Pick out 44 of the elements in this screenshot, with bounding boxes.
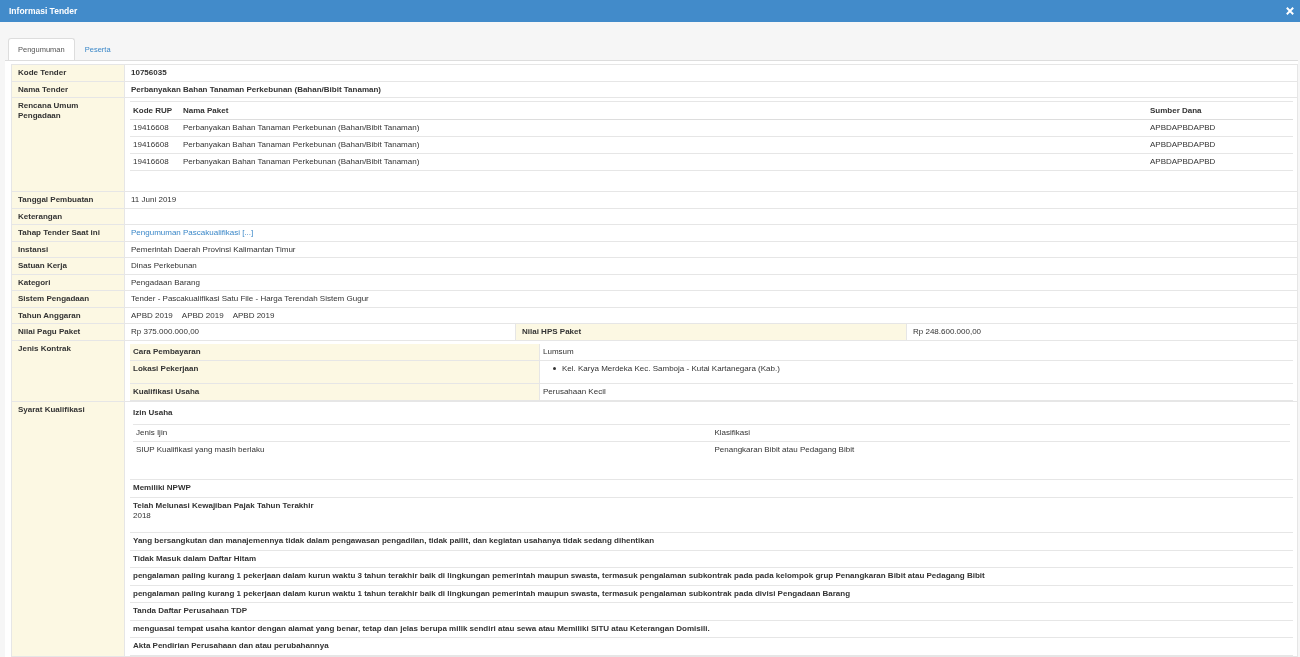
bullet-icon: [553, 367, 556, 370]
requirement-title: Akta Pendirian Perusahaan dan atau perubahannya: [133, 641, 330, 652]
window-title: Informasi Tender: [9, 6, 78, 16]
requirement-title: Memiliki NPWP: [133, 483, 192, 494]
requirement-title: pengalaman paling kurang 1 pekerjaan dalam kurun waktu 1 tahun terakhir baik di lingkungan pemerintah maupun swasta, termasuk pengalaman subkontrak pada divisi Pengadaan Barang: [133, 588, 852, 599]
budget-year: APBD 2019: [181, 310, 224, 320]
table-cell: APBDAPBDAPBD: [1147, 153, 1293, 171]
requirement-title: pengalaman paling kurang 1 pekerjaan dalam kurun waktu 3 tahun terakhir baik di lingkungan pemerintah maupun swasta, termasuk pengalaman subkontrak pada pada kelompok grup Penangkaran Bibit atau Pedagang Bibit: [133, 571, 986, 582]
table-cell: APBDAPBDAPBD: [1147, 136, 1293, 154]
requirement-value: 2018: [133, 511, 152, 521]
table-cell: Perbanyakan Bahan Tanaman Perkebunan (Bahan/Bibit Tanaman): [180, 119, 1147, 137]
table-cell: 19416608: [130, 119, 180, 137]
requirement-title: Tidak Masuk dalam Daftar Hitam: [133, 553, 257, 564]
table-cell: 19416608: [130, 136, 180, 154]
table-cell: Perbanyakan Bahan Tanaman Perkebunan (Bahan/Bibit Tanaman): [180, 153, 1147, 171]
column-header: Nama Paket: [180, 101, 1147, 120]
requirement-title: Izin Usaha: [133, 407, 174, 418]
field-label: Cara Pembayaran: [130, 343, 540, 360]
stage-link[interactable]: Pengumuman Pascakualifikasi [...]: [131, 228, 254, 237]
table-cell: APBDAPBDAPBD: [1147, 119, 1293, 137]
field-label: Kode Tender: [11, 64, 125, 81]
column-header: Sumber Dana: [1147, 101, 1293, 120]
table-cell: SIUP Kualifikasi yang masih berlaku: [133, 441, 712, 458]
requirement-title: Tanda Daftar Perusahaan TDP: [133, 606, 249, 617]
field-label: Jenis Kontrak: [11, 340, 125, 401]
field-value: 10756035: [124, 64, 1298, 81]
requirement-title: Yang bersangkutan dan manajemennya tidak dalam pengawasan pengadilan, tidak pailit, dan kegiatan usahanya tidak sedang dihentikan: [133, 536, 656, 547]
column-header: Jenis Ijin: [133, 424, 712, 442]
field-label: Syarat Kualifikasi: [11, 401, 125, 656]
field-value: Perusahaan Kecil: [539, 383, 1293, 400]
budget-year: APBD 2019: [232, 310, 275, 320]
field-label: Lokasi Pekerjaan: [130, 360, 540, 383]
table-cell: 19416608: [130, 153, 180, 171]
table-cell: Penangkaran Bibit atau Pedagang Bibit: [711, 441, 1290, 458]
location-item: Kel. Karya Merdeka Kec. Samboja - Kutai Kartanegara (Kab.): [562, 363, 780, 374]
budget-year: APBD 2019: [131, 310, 173, 320]
close-icon[interactable]: [1286, 7, 1294, 15]
field-label: Rencana Umum Pengadaan: [11, 97, 125, 192]
requirement-title: menguasai tempat usaha kantor dengan alamat yang benar, tetap dan jelas berupa milik sendiri atau sewa atau Memiliki SITU atau Keterangan Domisili.: [133, 623, 711, 634]
column-header: Kode RUP: [130, 101, 180, 120]
column-header: Klasifikasi: [711, 424, 1290, 442]
field-value: Lumsum: [539, 343, 1293, 360]
table-cell: Perbanyakan Bahan Tanaman Perkebunan (Bahan/Bibit Tanaman): [180, 136, 1147, 154]
requirement-title: Telah Melunasi Kewajiban Pajak Tahun Terakhir: [133, 500, 315, 511]
